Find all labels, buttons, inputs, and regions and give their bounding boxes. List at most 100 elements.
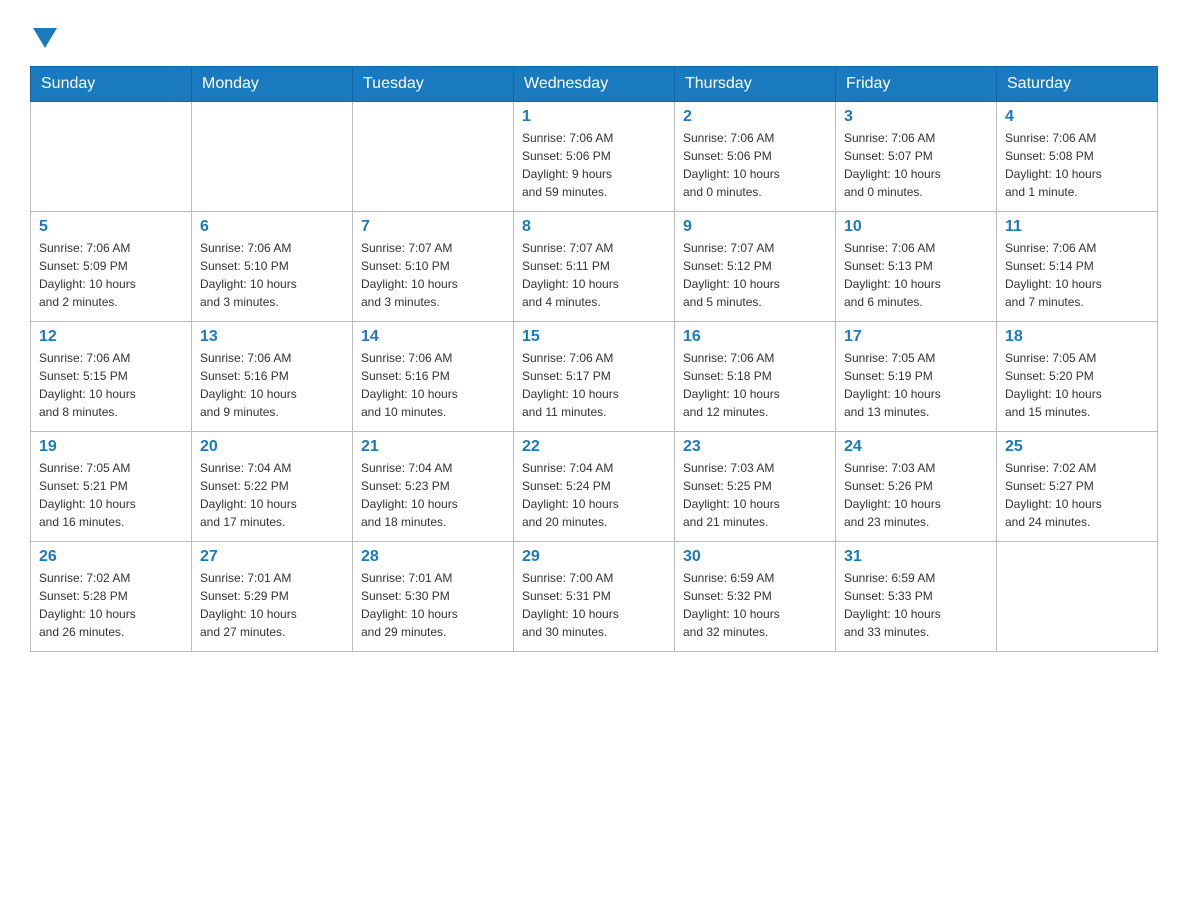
day-number: 22 [522,438,666,456]
calendar-cell: 15 Sunrise: 7:06 AM Sunset: 5:17 PM Dayli… [514,322,675,432]
day-info: Sunrise: 7:01 AM Sunset: 5:29 PM Dayligh… [200,569,344,641]
day-number: 4 [1005,108,1149,126]
day-info: Sunrise: 7:05 AM Sunset: 5:19 PM Dayligh… [844,349,988,421]
calendar-cell: 1 Sunrise: 7:06 AM Sunset: 5:06 PM Daylig… [514,102,675,212]
day-info: Sunrise: 7:04 AM Sunset: 5:24 PM Dayligh… [522,459,666,531]
calendar-cell: 26Sunrise: 7:02 AM Sunset: 5:28 PM Dayli… [31,542,192,652]
day-info: Sunrise: 7:07 AM Sunset: 5:11 PM Dayligh… [522,239,666,311]
calendar-cell: 12 Sunrise: 7:06 AM Sunset: 5:15 PM Dayli… [31,322,192,432]
calendar-cell: 30 Sunrise: 6:59 AM Sunset: 5:32 PM Dayli… [675,542,836,652]
day-info: Sunrise: 7:06 AM Sunset: 5:10 PM Dayligh… [200,239,344,311]
day-number: 30 [683,548,827,566]
day-info: Sunrise: 7:07 AM Sunset: 5:10 PM Dayligh… [361,239,505,311]
week-row-4: 19 Sunrise: 7:05 AM Sunset: 5:21 PM Dayli… [31,432,1158,542]
calendar-cell: 16Sunrise: 7:06 AM Sunset: 5:18 PM Dayli… [675,322,836,432]
calendar-cell: 24 Sunrise: 7:03 AM Sunset: 5:26 PM Dayli… [836,432,997,542]
day-info: Sunrise: 7:06 AM Sunset: 5:18 PM Dayligh… [683,349,827,421]
day-number: 31 [844,548,988,566]
day-number: 27 [200,548,344,566]
calendar-cell: 25 Sunrise: 7:02 AM Sunset: 5:27 PM Dayli… [997,432,1158,542]
day-info: Sunrise: 6:59 AM Sunset: 5:33 PM Dayligh… [844,569,988,641]
calendar-cell: 27 Sunrise: 7:01 AM Sunset: 5:29 PM Dayli… [192,542,353,652]
day-info: Sunrise: 7:06 AM Sunset: 5:14 PM Dayligh… [1005,239,1149,311]
calendar-cell: 3 Sunrise: 7:06 AM Sunset: 5:07 PM Daylig… [836,102,997,212]
day-number: 5 [39,218,183,236]
day-number: 12 [39,328,183,346]
day-info: Sunrise: 7:02 AM Sunset: 5:27 PM Dayligh… [1005,459,1149,531]
day-info: Sunrise: 7:06 AM Sunset: 5:06 PM Dayligh… [683,129,827,201]
day-info: Sunrise: 6:59 AM Sunset: 5:32 PM Dayligh… [683,569,827,641]
day-number: 15 [522,328,666,346]
day-number: 29 [522,548,666,566]
day-number: 23 [683,438,827,456]
week-row-5: 26Sunrise: 7:02 AM Sunset: 5:28 PM Dayli… [31,542,1158,652]
day-number: 24 [844,438,988,456]
calendar-cell: 2Sunrise: 7:06 AM Sunset: 5:06 PM Daylig… [675,102,836,212]
calendar-cell: 22 Sunrise: 7:04 AM Sunset: 5:24 PM Dayli… [514,432,675,542]
calendar-header-thursday: Thursday [675,67,836,102]
day-info: Sunrise: 7:06 AM Sunset: 5:06 PM Dayligh… [522,129,666,201]
day-number: 1 [522,108,666,126]
day-number: 14 [361,328,505,346]
day-info: Sunrise: 7:01 AM Sunset: 5:30 PM Dayligh… [361,569,505,641]
day-info: Sunrise: 7:03 AM Sunset: 5:25 PM Dayligh… [683,459,827,531]
day-number: 20 [200,438,344,456]
day-info: Sunrise: 7:07 AM Sunset: 5:12 PM Dayligh… [683,239,827,311]
calendar-cell: 29 Sunrise: 7:00 AM Sunset: 5:31 PM Dayli… [514,542,675,652]
calendar-cell: 21Sunrise: 7:04 AM Sunset: 5:23 PM Dayli… [353,432,514,542]
calendar-table: SundayMondayTuesdayWednesdayThursdayFrid… [30,66,1158,652]
calendar-cell: 13 Sunrise: 7:06 AM Sunset: 5:16 PM Dayli… [192,322,353,432]
logo [30,20,57,46]
day-number: 9 [683,218,827,236]
calendar-header-row: SundayMondayTuesdayWednesdayThursdayFrid… [31,67,1158,102]
week-row-3: 12 Sunrise: 7:06 AM Sunset: 5:15 PM Dayli… [31,322,1158,432]
calendar-header-sunday: Sunday [31,67,192,102]
calendar-header-saturday: Saturday [997,67,1158,102]
day-info: Sunrise: 7:06 AM Sunset: 5:07 PM Dayligh… [844,129,988,201]
day-info: Sunrise: 7:06 AM Sunset: 5:09 PM Dayligh… [39,239,183,311]
day-number: 25 [1005,438,1149,456]
day-info: Sunrise: 7:06 AM Sunset: 5:15 PM Dayligh… [39,349,183,421]
calendar-cell: 19 Sunrise: 7:05 AM Sunset: 5:21 PM Dayli… [31,432,192,542]
week-row-2: 5 Sunrise: 7:06 AM Sunset: 5:09 PM Daylig… [31,212,1158,322]
calendar-header-wednesday: Wednesday [514,67,675,102]
calendar-header-friday: Friday [836,67,997,102]
calendar-cell [31,102,192,212]
day-info: Sunrise: 7:00 AM Sunset: 5:31 PM Dayligh… [522,569,666,641]
calendar-cell [192,102,353,212]
day-number: 3 [844,108,988,126]
day-number: 19 [39,438,183,456]
calendar-cell: 6 Sunrise: 7:06 AM Sunset: 5:10 PM Daylig… [192,212,353,322]
day-info: Sunrise: 7:04 AM Sunset: 5:23 PM Dayligh… [361,459,505,531]
day-number: 10 [844,218,988,236]
calendar-header-tuesday: Tuesday [353,67,514,102]
week-row-1: 1 Sunrise: 7:06 AM Sunset: 5:06 PM Daylig… [31,102,1158,212]
day-info: Sunrise: 7:02 AM Sunset: 5:28 PM Dayligh… [39,569,183,641]
day-number: 13 [200,328,344,346]
day-number: 18 [1005,328,1149,346]
day-number: 17 [844,328,988,346]
logo-triangle-icon [33,28,57,48]
day-info: Sunrise: 7:06 AM Sunset: 5:08 PM Dayligh… [1005,129,1149,201]
calendar-cell: 8 Sunrise: 7:07 AM Sunset: 5:11 PM Daylig… [514,212,675,322]
page-header [30,20,1158,46]
calendar-cell: 9 Sunrise: 7:07 AM Sunset: 5:12 PM Daylig… [675,212,836,322]
day-info: Sunrise: 7:06 AM Sunset: 5:16 PM Dayligh… [200,349,344,421]
day-info: Sunrise: 7:04 AM Sunset: 5:22 PM Dayligh… [200,459,344,531]
day-number: 28 [361,548,505,566]
day-number: 7 [361,218,505,236]
calendar-cell: 23 Sunrise: 7:03 AM Sunset: 5:25 PM Dayli… [675,432,836,542]
day-number: 8 [522,218,666,236]
calendar-cell [997,542,1158,652]
day-number: 6 [200,218,344,236]
day-info: Sunrise: 7:06 AM Sunset: 5:17 PM Dayligh… [522,349,666,421]
calendar-cell: 7 Sunrise: 7:07 AM Sunset: 5:10 PM Daylig… [353,212,514,322]
day-info: Sunrise: 7:05 AM Sunset: 5:21 PM Dayligh… [39,459,183,531]
calendar-cell: 31 Sunrise: 6:59 AM Sunset: 5:33 PM Dayli… [836,542,997,652]
calendar-cell: 11Sunrise: 7:06 AM Sunset: 5:14 PM Dayli… [997,212,1158,322]
calendar-cell: 28 Sunrise: 7:01 AM Sunset: 5:30 PM Dayli… [353,542,514,652]
calendar-cell: 17 Sunrise: 7:05 AM Sunset: 5:19 PM Dayli… [836,322,997,432]
calendar-cell: 18Sunrise: 7:05 AM Sunset: 5:20 PM Dayli… [997,322,1158,432]
day-info: Sunrise: 7:03 AM Sunset: 5:26 PM Dayligh… [844,459,988,531]
calendar-cell: 20 Sunrise: 7:04 AM Sunset: 5:22 PM Dayli… [192,432,353,542]
